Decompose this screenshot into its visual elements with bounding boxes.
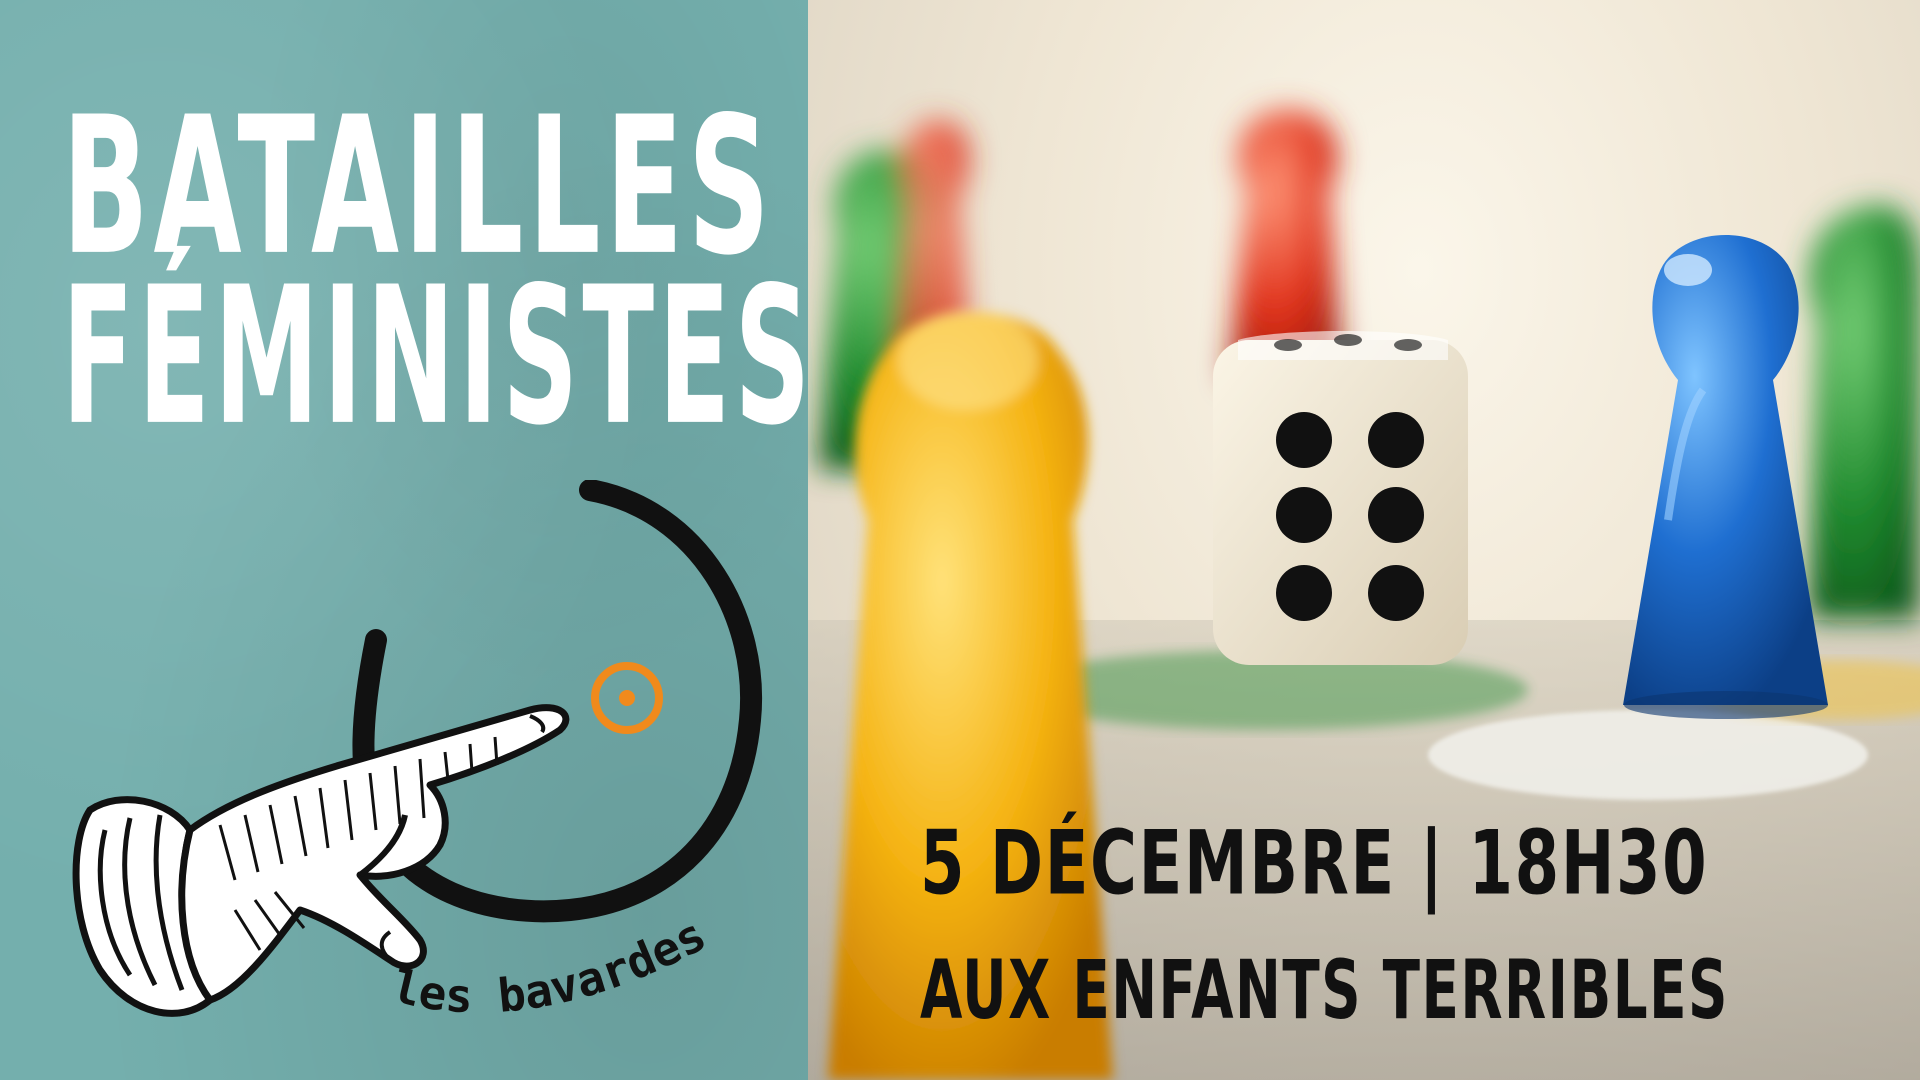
board-game-photo: 5 DÉCEMBRE | 18H30 AUX ENFANTS TERRIBLES — [808, 0, 1920, 1080]
les-bavardes-logo: les bavardes — [72, 480, 762, 1024]
board-game-illustration — [808, 110, 1920, 1080]
pointing-hand-icon — [72, 704, 570, 1017]
event-poster: BATAILLES FÉMINISTES les bavardes 5 DÉCE… — [0, 0, 1920, 1080]
poster-title-line-2: FÉMINISTES — [62, 246, 815, 468]
logo-wordmark: les bavardes — [387, 907, 714, 1023]
event-location: AUX ENFANTS TERRIBLES — [920, 943, 1729, 1038]
title-panel: BATAILLES FÉMINISTES les bavardes — [0, 0, 815, 1080]
blue-pawn-icon — [1623, 235, 1828, 719]
die-icon — [1213, 331, 1468, 665]
event-date-time: 5 DÉCEMBRE | 18H30 — [920, 812, 1709, 915]
